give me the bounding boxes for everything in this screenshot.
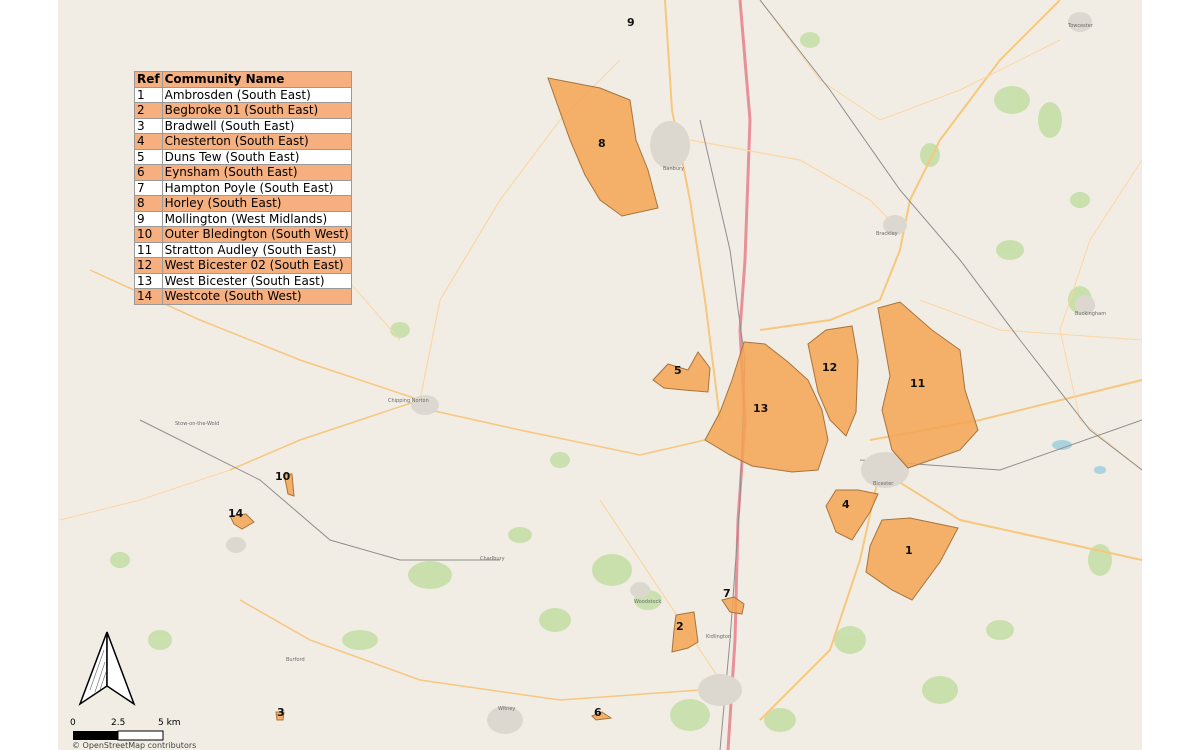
legend-row: 7 Hampton Poyle (South East) bbox=[134, 179, 352, 196]
label-6: 6 bbox=[594, 706, 602, 719]
legend-row: 5 Duns Tew (South East) bbox=[134, 148, 352, 165]
label-9: 9 bbox=[627, 16, 635, 29]
legend-ref: 4 bbox=[134, 133, 163, 150]
legend-row: 10 Outer Bledington (South West) bbox=[134, 226, 352, 243]
legend-ref: 14 bbox=[134, 288, 163, 305]
svg-text:Chipping Norton: Chipping Norton bbox=[388, 398, 429, 404]
label-10: 10 bbox=[275, 470, 291, 483]
legend-ref: 6 bbox=[134, 164, 163, 181]
polygon-1-ambrosden[interactable] bbox=[865, 517, 959, 601]
map-attribution: © OpenStreetMap contributors bbox=[72, 741, 197, 750]
label-11: 11 bbox=[910, 377, 925, 390]
legend-row: 11 Stratton Audley (South East) bbox=[134, 241, 352, 258]
legend-row: 8 Horley (South East) bbox=[134, 195, 352, 212]
legend-row: 3 Bradwell (South East) bbox=[134, 117, 352, 134]
label-4: 4 bbox=[842, 498, 850, 511]
north-arrow-icon bbox=[78, 631, 136, 706]
legend-ref: 7 bbox=[134, 179, 163, 196]
label-14: 14 bbox=[228, 507, 244, 520]
svg-text:Witney: Witney bbox=[498, 706, 515, 712]
legend-row: 13 West Bicester (South East) bbox=[134, 272, 352, 289]
scale-label-mid: 2.5 bbox=[111, 718, 126, 728]
legend-name: Begbroke 01 (South East) bbox=[161, 102, 352, 119]
legend-name: Stratton Audley (South East) bbox=[161, 241, 352, 258]
legend-name: Duns Tew (South East) bbox=[161, 148, 352, 165]
legend-name: Bradwell (South East) bbox=[161, 117, 352, 134]
svg-text:Kidlington: Kidlington bbox=[706, 634, 731, 640]
svg-text:Charlbury: Charlbury bbox=[480, 556, 505, 562]
label-7: 7 bbox=[723, 587, 731, 600]
legend-row: 1 Ambrosden (South East) bbox=[134, 86, 352, 103]
legend-ref: 9 bbox=[134, 210, 163, 227]
legend-ref: 11 bbox=[134, 241, 163, 258]
legend-ref: 5 bbox=[134, 148, 163, 165]
legend-name: Horley (South East) bbox=[161, 195, 352, 212]
legend-row: 2 Begbroke 01 (South East) bbox=[134, 102, 352, 119]
label-13: 13 bbox=[753, 402, 768, 415]
legend-row: 4 Chesterton (South East) bbox=[134, 133, 352, 150]
legend-name: West Bicester 02 (South East) bbox=[161, 257, 352, 274]
legend-name: West Bicester (South East) bbox=[161, 272, 352, 289]
legend-name: Mollington (West Midlands) bbox=[161, 210, 352, 227]
scale-bar bbox=[73, 730, 164, 741]
label-3: 3 bbox=[277, 706, 285, 719]
label-2: 2 bbox=[676, 620, 684, 633]
legend-ref: 3 bbox=[134, 117, 163, 134]
legend-name: Outer Bledington (South West) bbox=[161, 226, 352, 243]
label-1: 1 bbox=[905, 544, 913, 557]
water-features bbox=[1052, 440, 1106, 474]
svg-text:Buckingham: Buckingham bbox=[1075, 311, 1106, 317]
legend-row: 9 Mollington (West Midlands) bbox=[134, 210, 352, 227]
svg-text:Stow-on-the-Wold: Stow-on-the-Wold bbox=[175, 421, 219, 427]
svg-text:Brackley: Brackley bbox=[876, 231, 898, 237]
legend-row: 6 Eynsham (South East) bbox=[134, 164, 352, 181]
legend-name: Westcote (South West) bbox=[161, 288, 352, 305]
svg-text:Woodstock: Woodstock bbox=[634, 599, 661, 605]
legend-ref: 2 bbox=[134, 102, 163, 119]
label-12: 12 bbox=[822, 361, 837, 374]
map-canvas[interactable]: Banbury Bicester Brackley Buckingham Tow… bbox=[58, 0, 1142, 750]
svg-text:Burford: Burford bbox=[286, 657, 305, 663]
scale-label-end: 5 km bbox=[158, 718, 181, 728]
legend-row: 14 Westcote (South West) bbox=[134, 288, 352, 305]
svg-text:Banbury: Banbury bbox=[663, 166, 684, 172]
legend-ref: 1 bbox=[134, 86, 163, 103]
legend-name: Ambrosden (South East) bbox=[161, 86, 352, 103]
svg-text:Towcester: Towcester bbox=[1067, 23, 1094, 29]
legend-ref: 13 bbox=[134, 272, 163, 289]
legend-table: Ref Community Name 1 Ambrosden (South Eas… bbox=[134, 71, 352, 305]
scale-label-zero: 0 bbox=[70, 718, 76, 728]
legend-header-name: Community Name bbox=[161, 71, 352, 88]
legend-name: Hampton Poyle (South East) bbox=[161, 179, 352, 196]
legend-ref: 8 bbox=[134, 195, 163, 212]
legend-ref: 12 bbox=[134, 257, 163, 274]
polygon-11-stratton-audley[interactable] bbox=[877, 301, 979, 469]
label-5: 5 bbox=[674, 364, 682, 377]
legend-row: 12 West Bicester 02 (South East) bbox=[134, 257, 352, 274]
label-8: 8 bbox=[598, 137, 606, 150]
legend-header-ref: Ref bbox=[134, 71, 163, 88]
legend-name: Eynsham (South East) bbox=[161, 164, 352, 181]
legend-name: Chesterton (South East) bbox=[161, 133, 352, 150]
svg-text:Bicester: Bicester bbox=[873, 481, 894, 487]
legend-ref: 10 bbox=[134, 226, 163, 243]
